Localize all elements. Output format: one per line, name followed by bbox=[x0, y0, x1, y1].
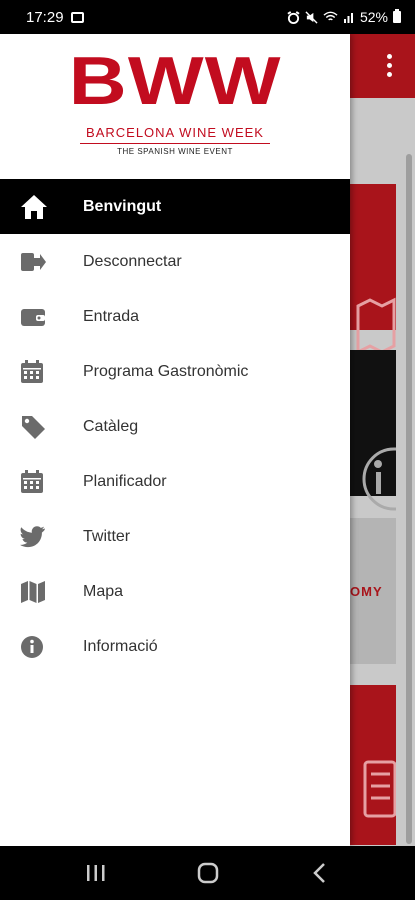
brand-divider bbox=[80, 143, 270, 144]
tile-label-gastronomy: OMY bbox=[350, 584, 383, 599]
calendar-icon bbox=[0, 359, 83, 384]
battery-percent: 52% bbox=[359, 9, 388, 25]
map-tile-icon bbox=[350, 296, 396, 356]
tag-icon bbox=[0, 414, 83, 440]
battery-icon bbox=[393, 9, 401, 23]
twitter-icon bbox=[0, 525, 83, 548]
gallery-icon bbox=[70, 11, 84, 23]
status-bar: 17:29 52% bbox=[0, 0, 415, 34]
menu-item-twitter[interactable]: Twitter bbox=[0, 509, 350, 564]
menu-item-mapa[interactable]: Mapa bbox=[0, 564, 350, 619]
menu-item-cataleg[interactable]: Catàleg bbox=[0, 399, 350, 454]
alarm-icon bbox=[287, 10, 300, 24]
wifi-icon bbox=[323, 11, 338, 21]
menu-item-programa-gastronomic[interactable]: Programa Gastronòmic bbox=[0, 344, 350, 399]
info-tile-icon bbox=[350, 444, 396, 514]
menu-label: Benvingut bbox=[83, 197, 162, 215]
list-tile-icon bbox=[350, 759, 396, 819]
menu-label: Mapa bbox=[83, 582, 124, 600]
scrollbar[interactable] bbox=[406, 154, 412, 844]
menu-label: Desconnectar bbox=[83, 252, 182, 270]
drawer-menu: Benvingut Desconnectar Entrada Programa … bbox=[0, 179, 350, 674]
brand-header: BWW BARCELONA WINE WEEK THE SPANISH WINE… bbox=[0, 34, 350, 179]
menu-item-desconnectar[interactable]: Desconnectar bbox=[0, 234, 350, 289]
wallet-icon bbox=[0, 306, 83, 328]
menu-label: Programa Gastronòmic bbox=[83, 362, 249, 380]
navigation-drawer: BWW BARCELONA WINE WEEK THE SPANISH WINE… bbox=[0, 34, 350, 846]
info-icon bbox=[0, 635, 83, 659]
overflow-menu-icon[interactable] bbox=[387, 54, 393, 77]
menu-label: Planificador bbox=[83, 472, 167, 490]
system-navigation-bar bbox=[0, 846, 415, 900]
recent-apps-icon[interactable] bbox=[85, 863, 107, 883]
mute-icon bbox=[305, 10, 318, 24]
menu-label: Twitter bbox=[83, 527, 131, 545]
brand-logo: BWW bbox=[68, 43, 282, 119]
home-button-icon[interactable] bbox=[196, 861, 220, 885]
logout-icon bbox=[0, 251, 83, 273]
back-icon[interactable] bbox=[310, 862, 330, 884]
status-time: 17:29 bbox=[26, 8, 64, 26]
menu-label: Informació bbox=[83, 637, 158, 655]
signal-icon bbox=[343, 13, 353, 23]
brand-subtitle: THE SPANISH WINE EVENT bbox=[117, 147, 233, 156]
menu-item-benvingut[interactable]: Benvingut bbox=[0, 179, 350, 234]
status-icons: 52% bbox=[287, 9, 401, 25]
map-icon bbox=[0, 580, 83, 604]
home-icon bbox=[0, 194, 83, 220]
menu-label: Catàleg bbox=[83, 417, 139, 435]
menu-item-informacio[interactable]: Informació bbox=[0, 619, 350, 674]
menu-item-planificador[interactable]: Planificador bbox=[0, 454, 350, 509]
calendar-icon bbox=[0, 469, 83, 494]
brand-tagline: BARCELONA WINE WEEK bbox=[86, 125, 264, 140]
menu-item-entrada[interactable]: Entrada bbox=[0, 289, 350, 344]
menu-label: Entrada bbox=[83, 307, 140, 325]
